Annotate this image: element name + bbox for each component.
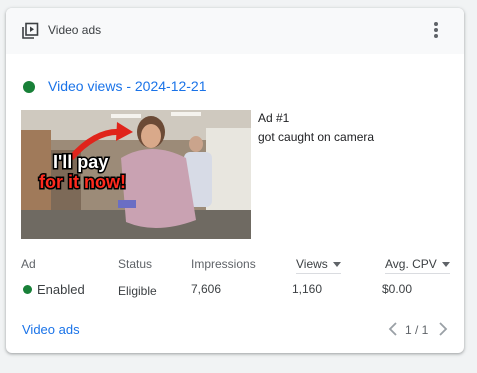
views-value: 1,160 (292, 282, 323, 296)
column-header-avg-cpv[interactable]: Avg. CPV (385, 257, 450, 274)
column-header-status: Status (118, 257, 153, 271)
column-header-views[interactable]: Views (296, 257, 341, 274)
ad-thumbnail[interactable]: I'll pay for it now! (21, 110, 251, 239)
avg-cpv-value: $0.00 (382, 282, 413, 296)
campaign-link[interactable]: Video views - 2024-12-21 (48, 78, 207, 94)
impressions-value: 7,606 (191, 282, 222, 296)
card-header: Video ads (6, 8, 464, 54)
thumbnail-caption-line1: I'll pay (53, 152, 108, 172)
status-value: Eligible (118, 284, 157, 298)
ad-number: Ad #1 (258, 111, 290, 125)
column-header-impressions: Impressions (191, 257, 256, 271)
ad-status-enabled: Enabled (37, 282, 85, 297)
thumbnail-image: I'll pay for it now! (21, 110, 251, 239)
enabled-status-dot (23, 285, 32, 294)
campaign-status-dot (23, 81, 35, 93)
more-options-button[interactable] (426, 21, 446, 41)
ad-title: got caught on camera (258, 130, 375, 144)
chevron-left-icon[interactable] (387, 321, 399, 337)
thumbnail-caption-line2: for it now! (39, 172, 126, 192)
sort-arrow-icon (441, 262, 450, 268)
video-library-icon (22, 22, 39, 39)
card-title: Video ads (48, 23, 102, 37)
sort-arrow-icon (332, 262, 341, 268)
column-header-ad: Ad (21, 257, 36, 271)
video-ads-card: Video ads Video views - 2024-12-21 I'll … (6, 8, 464, 353)
video-ads-link[interactable]: Video ads (22, 322, 80, 337)
chevron-right-icon[interactable] (437, 321, 449, 337)
more-vert-icon (434, 22, 438, 26)
pager-text: 1 / 1 (405, 323, 429, 337)
